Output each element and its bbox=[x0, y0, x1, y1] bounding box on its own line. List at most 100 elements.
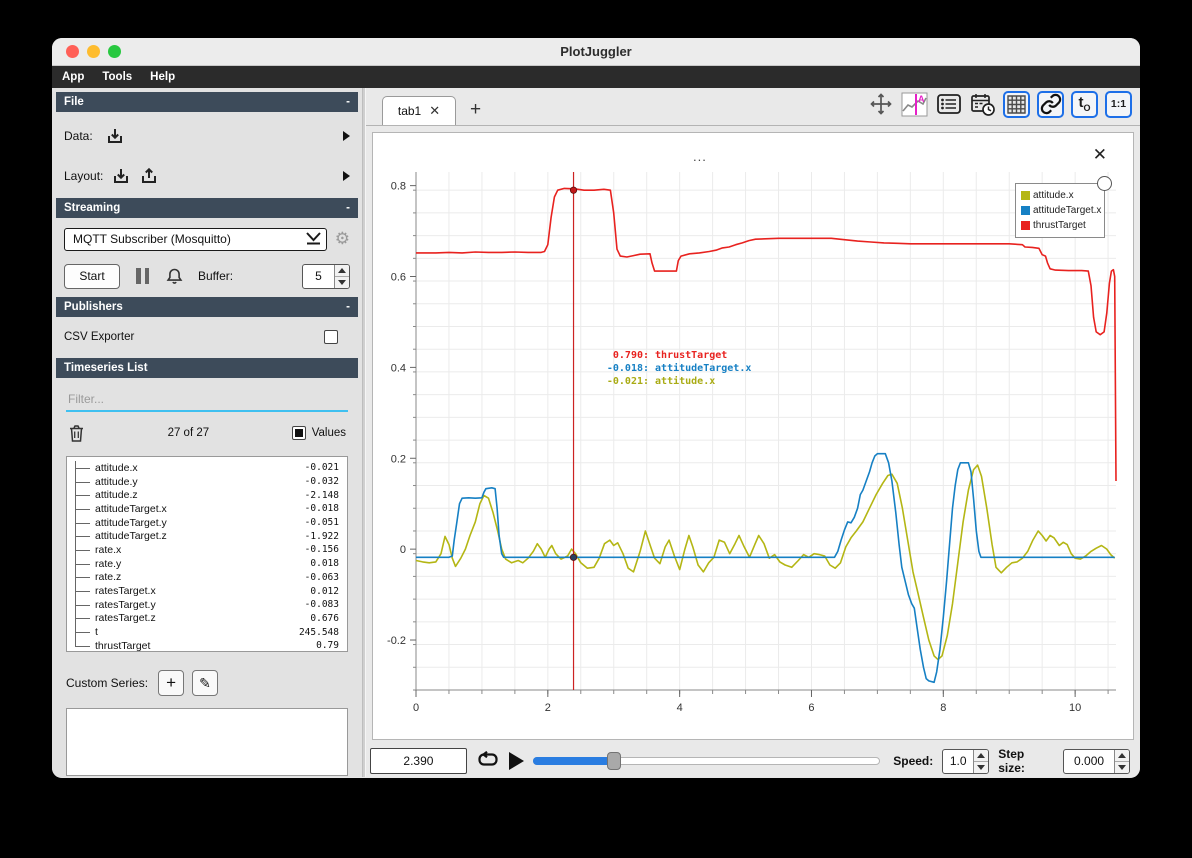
timeseries-item[interactable]: attitudeTarget.x -0.018 bbox=[67, 502, 347, 516]
close-tab-icon[interactable]: ✕ bbox=[429, 104, 440, 117]
main-area: tab1 ✕ + A tO 1:1 ... ✕ -0.2 0 0.2 0.4 0… bbox=[366, 88, 1140, 777]
timeseries-item[interactable]: attitudeTarget.y -0.051 bbox=[67, 515, 347, 530]
timeseries-item[interactable]: rate.z -0.063 bbox=[67, 570, 347, 585]
step-down-icon[interactable] bbox=[1115, 762, 1129, 773]
timeseries-item[interactable]: thrustTarget 0.79 bbox=[67, 638, 347, 651]
save-layout-icon[interactable] bbox=[139, 167, 159, 185]
trash-icon[interactable] bbox=[68, 424, 85, 443]
bell-icon[interactable] bbox=[165, 267, 184, 286]
legend-entry[interactable]: attitudeTarget.x bbox=[1021, 203, 1101, 218]
timeseries-value: 245.548 bbox=[298, 626, 339, 638]
values-checkbox[interactable] bbox=[291, 426, 306, 440]
step-up-icon[interactable] bbox=[1115, 750, 1129, 762]
timeseries-item[interactable]: ratesTarget.y -0.083 bbox=[67, 597, 347, 612]
load-data-icon[interactable] bbox=[105, 127, 125, 145]
buffer-up-icon[interactable] bbox=[335, 265, 349, 277]
timeseries-item[interactable]: rate.x -0.156 bbox=[67, 543, 347, 557]
start-streaming-button[interactable]: Start bbox=[64, 263, 120, 289]
speed-up-icon[interactable] bbox=[974, 750, 989, 762]
timeseries-value: 0.676 bbox=[310, 612, 339, 624]
loop-icon[interactable] bbox=[476, 751, 500, 771]
add-custom-series-button[interactable]: + bbox=[158, 670, 185, 696]
timeseries-value: -0.051 bbox=[304, 517, 339, 529]
timeseries-item[interactable]: ratesTarget.x 0.012 bbox=[67, 584, 347, 598]
speed-down-icon[interactable] bbox=[974, 762, 988, 773]
series-count: 27 of 27 bbox=[167, 427, 210, 439]
time-field[interactable]: 2.390 bbox=[370, 748, 467, 775]
plot-widget[interactable]: ... ✕ -0.2 0 0.2 0.4 0.6 0.8 0 2 4 6 8 10 attitude.… bbox=[372, 131, 1134, 740]
tree-branch-icon bbox=[75, 556, 95, 571]
legend-handle-icon[interactable] bbox=[1097, 175, 1112, 191]
series-attitude.x bbox=[415, 464, 1116, 661]
menu-help[interactable]: Help bbox=[150, 71, 175, 83]
timeseries-item[interactable]: attitudeTarget.z -1.922 bbox=[67, 529, 347, 543]
legend-color-swatch bbox=[1021, 220, 1030, 230]
file-section-header[interactable]: File - bbox=[56, 92, 358, 112]
close-plot-icon[interactable]: ✕ bbox=[1093, 145, 1107, 165]
gear-icon[interactable]: ⚙ bbox=[335, 229, 350, 249]
layout-menu-arrow-icon[interactable] bbox=[343, 171, 350, 181]
publishers-section-header[interactable]: Publishers - bbox=[56, 297, 358, 317]
link-axes-icon[interactable] bbox=[1037, 90, 1064, 118]
tracker-readout-line: -0.021 : attitude.x bbox=[606, 375, 716, 387]
plot-splitter-handle[interactable]: ... bbox=[693, 149, 707, 164]
list-view-icon[interactable] bbox=[935, 91, 962, 118]
tree-branch-icon bbox=[75, 611, 95, 626]
edit-custom-series-button[interactable]: ✎ bbox=[192, 670, 219, 696]
step-size-spinbox[interactable]: 0.000 bbox=[1063, 748, 1130, 774]
svg-text:6: 6 bbox=[808, 702, 814, 714]
svg-text:A: A bbox=[918, 94, 925, 104]
timeseries-item[interactable]: attitude.x -0.021 bbox=[67, 461, 347, 475]
tab-tab1[interactable]: tab1 ✕ bbox=[382, 95, 456, 125]
csv-exporter-checkbox[interactable] bbox=[324, 330, 338, 344]
streaming-source-select[interactable]: MQTT Subscriber (Mosquitto) bbox=[64, 227, 327, 251]
speed-value: 1.0 bbox=[949, 754, 967, 769]
datetime-scale-icon[interactable] bbox=[969, 91, 996, 118]
timeseries-item[interactable]: rate.y 0.018 bbox=[67, 556, 347, 571]
menu-tools[interactable]: Tools bbox=[102, 71, 132, 83]
buffer-spinbox[interactable]: 5 bbox=[302, 263, 350, 289]
legend-color-swatch bbox=[1021, 205, 1030, 215]
pencil-icon: ✎ bbox=[199, 674, 211, 691]
csv-exporter-label: CSV Exporter bbox=[64, 331, 135, 343]
speed-spinbox[interactable]: 1.0 bbox=[942, 748, 990, 774]
ratio-1-1-icon[interactable]: 1:1 bbox=[1105, 90, 1132, 118]
timeseries-name: attitudeTarget.x bbox=[95, 502, 167, 515]
legend-entry[interactable]: attitude.x bbox=[1021, 188, 1099, 203]
move-pan-icon[interactable] bbox=[867, 91, 894, 118]
collapse-icon: - bbox=[346, 301, 350, 313]
timeseries-name: ratesTarget.y bbox=[95, 598, 156, 611]
plot-legend[interactable]: attitude.x attitudeTarget.x thrustTarget bbox=[1015, 182, 1105, 238]
time-offset-icon[interactable]: tO bbox=[1071, 90, 1098, 118]
legend-entry[interactable]: thrustTarget bbox=[1021, 218, 1099, 233]
play-button[interactable] bbox=[508, 752, 524, 771]
new-tab-button[interactable]: + bbox=[470, 99, 481, 121]
timeseries-name: attitudeTarget.z bbox=[95, 530, 167, 543]
step-size-label: Step size: bbox=[998, 747, 1025, 776]
timeseries-item[interactable]: ratesTarget.z 0.676 bbox=[67, 611, 347, 626]
timeseries-item[interactable]: t 245.548 bbox=[67, 625, 347, 639]
slider-handle[interactable] bbox=[606, 752, 621, 771]
filter-input[interactable] bbox=[66, 388, 348, 410]
time-slider[interactable] bbox=[532, 752, 881, 771]
grid-view-icon[interactable] bbox=[1003, 90, 1030, 118]
timeseries-value: 0.012 bbox=[310, 585, 339, 597]
load-layout-icon[interactable] bbox=[111, 167, 131, 185]
pause-icon[interactable] bbox=[136, 268, 149, 284]
timeseries-section-header[interactable]: Timeseries List bbox=[56, 358, 358, 378]
tree-branch-icon bbox=[75, 597, 95, 612]
data-menu-arrow-icon[interactable] bbox=[343, 131, 350, 141]
timeseries-list[interactable]: attitude.x -0.021 attitude.y -0.032 attitude… bbox=[66, 456, 348, 652]
tabbar: tab1 ✕ + A tO 1:1 bbox=[366, 88, 1140, 126]
streaming-section-header[interactable]: Streaming - bbox=[56, 198, 358, 218]
svg-text:0: 0 bbox=[413, 702, 419, 714]
buffer-down-icon[interactable] bbox=[335, 277, 349, 288]
timeseries-value: -0.032 bbox=[304, 476, 339, 488]
menu-app[interactable]: App bbox=[62, 71, 84, 83]
timeseries-item[interactable]: attitude.y -0.032 bbox=[67, 474, 347, 489]
custom-series-list[interactable] bbox=[66, 708, 348, 776]
timeseries-item[interactable]: attitude.z -2.148 bbox=[67, 488, 347, 502]
svg-text:0.8: 0.8 bbox=[391, 181, 406, 193]
curve-tracker-icon[interactable]: A bbox=[901, 91, 928, 118]
legend-color-swatch bbox=[1021, 190, 1030, 200]
